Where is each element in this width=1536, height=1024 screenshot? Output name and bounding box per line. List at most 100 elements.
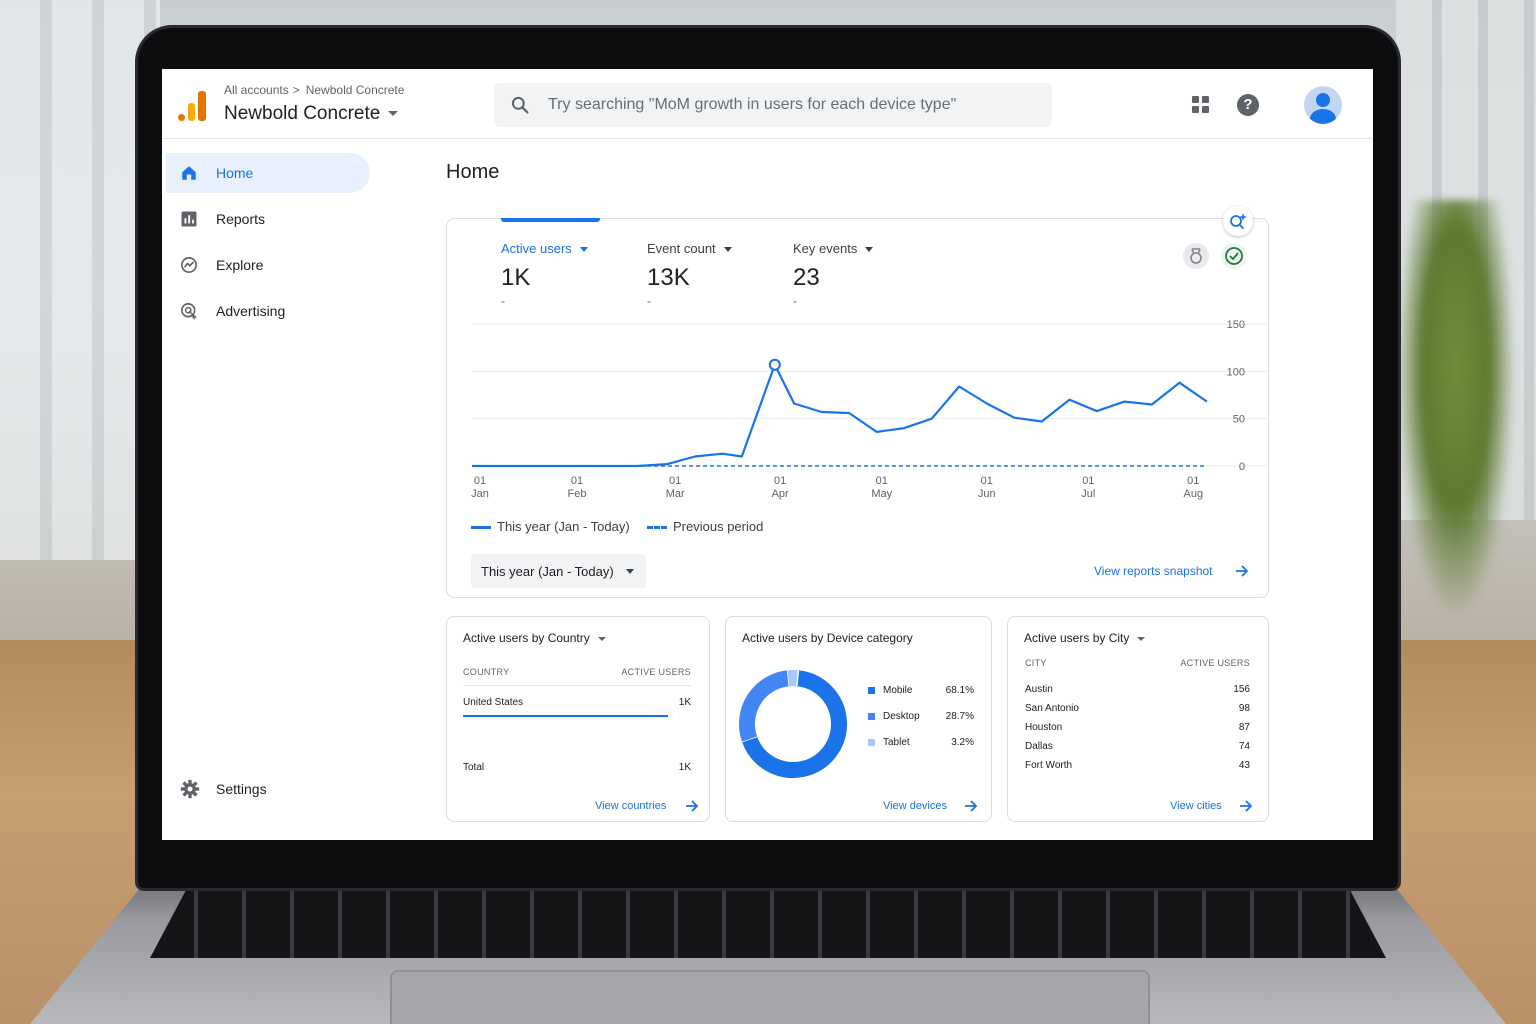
view-reports-snapshot-link[interactable]: View reports snapshot: [1094, 564, 1213, 578]
x-tick-day: 01: [774, 475, 786, 487]
peak-point-marker[interactable]: [768, 358, 781, 371]
column-header-country: COUNTRY: [463, 667, 510, 677]
legend-previous-period: Previous period: [647, 519, 763, 534]
advertising-icon: [181, 303, 198, 320]
metric-value: 1K: [501, 264, 531, 291]
metric-label: Active users: [501, 241, 572, 256]
sidebar-item-label: Advertising: [216, 303, 286, 319]
legend-label: This year (Jan - Today): [497, 519, 630, 534]
caret-down-icon: [597, 636, 606, 641]
laptop-trackpad: [390, 970, 1150, 1024]
active-tab-indicator: [501, 218, 600, 222]
sidebar-item-reports[interactable]: Reports: [166, 199, 370, 239]
legend-label: Previous period: [673, 519, 764, 534]
x-tick-month: Jul: [1081, 488, 1095, 500]
sidebar-item-settings[interactable]: Settings: [166, 769, 370, 809]
x-tick-month: Apr: [772, 488, 789, 500]
date-range-select[interactable]: This year (Jan - Today): [471, 554, 646, 588]
metric-value: 23: [793, 264, 820, 291]
x-tick-month: Feb: [567, 488, 586, 500]
analytics-logo-icon[interactable]: [178, 89, 206, 121]
date-range-label: This year (Jan - Today): [481, 564, 614, 579]
avatar[interactable]: [1304, 86, 1342, 124]
country-card: Active users by Country COUNTRY ACTIVE U…: [446, 616, 710, 822]
background-window: [0, 0, 160, 560]
arrow-right-icon[interactable]: [1235, 565, 1249, 577]
x-tick-day: 01: [876, 475, 888, 487]
arrow-right-icon[interactable]: [1239, 800, 1253, 812]
city-name: San Antonio: [1025, 703, 1079, 714]
caret-down-icon: [723, 247, 732, 253]
legend-desktop: Desktop: [868, 711, 920, 722]
legend-dashed-swatch: [647, 526, 667, 530]
search-bar[interactable]: [494, 83, 1052, 127]
caret-down-icon: [1137, 636, 1146, 641]
city-value: 98: [1238, 703, 1250, 714]
breadcrumb: All accounts > Newbold Concrete: [224, 83, 404, 97]
explore-icon: [181, 257, 197, 273]
card-title-dropdown[interactable]: Active users by City: [1024, 631, 1146, 645]
metric-key-events[interactable]: Key events 23 -: [793, 241, 874, 308]
card-title-dropdown[interactable]: Active users by Country: [463, 631, 606, 645]
metric-event-count[interactable]: Event count 13K -: [647, 241, 732, 308]
insights-sparkle-button[interactable]: [1223, 206, 1253, 236]
metric-delta: -: [647, 294, 651, 308]
card-title: Active users by City: [1024, 631, 1130, 645]
sidebar-item-label: Explore: [216, 257, 264, 273]
city-value: 43: [1238, 760, 1250, 771]
laptop-screen: All accounts > Newbold Concrete Newbold Co…: [162, 69, 1373, 840]
city-name: Houston: [1025, 722, 1063, 733]
device-donut-chart: [739, 670, 847, 778]
account-selector[interactable]: Newbold Concrete: [224, 103, 399, 125]
sidebar-item-advertising[interactable]: Advertising: [166, 291, 370, 331]
background-plant: [1396, 200, 1516, 620]
city-name: Fort Worth: [1025, 760, 1073, 771]
reports-icon: [181, 211, 197, 227]
y-tick-label: 0: [1239, 461, 1245, 473]
city-value: 74: [1238, 741, 1250, 752]
view-cities-link[interactable]: View cities: [1170, 800, 1222, 812]
search-input[interactable]: [548, 83, 1038, 127]
view-countries-link[interactable]: View countries: [595, 800, 666, 812]
arrow-right-icon[interactable]: [964, 800, 978, 812]
search-icon: [511, 96, 529, 114]
country-value: 1K: [678, 697, 691, 708]
caret-down-icon: [579, 247, 588, 253]
x-tick-month: Jun: [978, 488, 996, 500]
x-tick-day: 01: [1187, 475, 1199, 487]
metric-active-users[interactable]: Active users 1K -: [501, 241, 588, 308]
x-tick-month: Aug: [1184, 488, 1204, 500]
metric-value: 13K: [647, 264, 690, 291]
sidebar-item-explore[interactable]: Explore: [166, 245, 370, 285]
donut-slice-desktop[interactable]: [739, 670, 790, 742]
laptop-keyboard: [150, 888, 1386, 958]
arrow-right-icon[interactable]: [685, 800, 699, 812]
breadcrumb-account[interactable]: Newbold Concrete: [306, 83, 405, 97]
home-icon: [182, 166, 196, 180]
sidebar-item-label: Reports: [216, 211, 266, 227]
column-header-active-users: ACTIVE USERS: [621, 667, 691, 677]
x-tick-month: May: [871, 488, 892, 500]
x-tick-month: Mar: [666, 488, 685, 500]
country-name: United States: [463, 697, 524, 708]
apps-grid-icon[interactable]: [1192, 96, 1210, 114]
check-circle-icon[interactable]: [1221, 243, 1247, 269]
medal-badge-icon[interactable]: [1183, 243, 1209, 269]
help-icon[interactable]: ?: [1237, 94, 1259, 116]
gear-icon: [180, 779, 200, 799]
card-title: Active users by Country: [463, 631, 590, 645]
active-users-line-chart: 05010015001Jan01Feb01Mar01Apr01May01Jun0…: [471, 319, 1267, 500]
view-devices-link[interactable]: View devices: [883, 800, 947, 812]
x-tick-day: 01: [981, 475, 993, 487]
y-tick-label: 150: [1227, 319, 1245, 331]
y-tick-label: 50: [1233, 414, 1245, 426]
breadcrumb-all-accounts[interactable]: All accounts: [224, 83, 289, 97]
x-tick-day: 01: [1082, 475, 1094, 487]
tablet-pct: 3.2%: [951, 737, 974, 748]
settings-label: Settings: [216, 781, 267, 797]
mobile-pct: 68.1%: [945, 685, 974, 696]
x-tick-day: 01: [474, 475, 486, 487]
sidebar-item-home[interactable]: Home: [166, 153, 370, 193]
caret-down-icon: [865, 247, 874, 253]
metric-delta: -: [501, 294, 505, 308]
